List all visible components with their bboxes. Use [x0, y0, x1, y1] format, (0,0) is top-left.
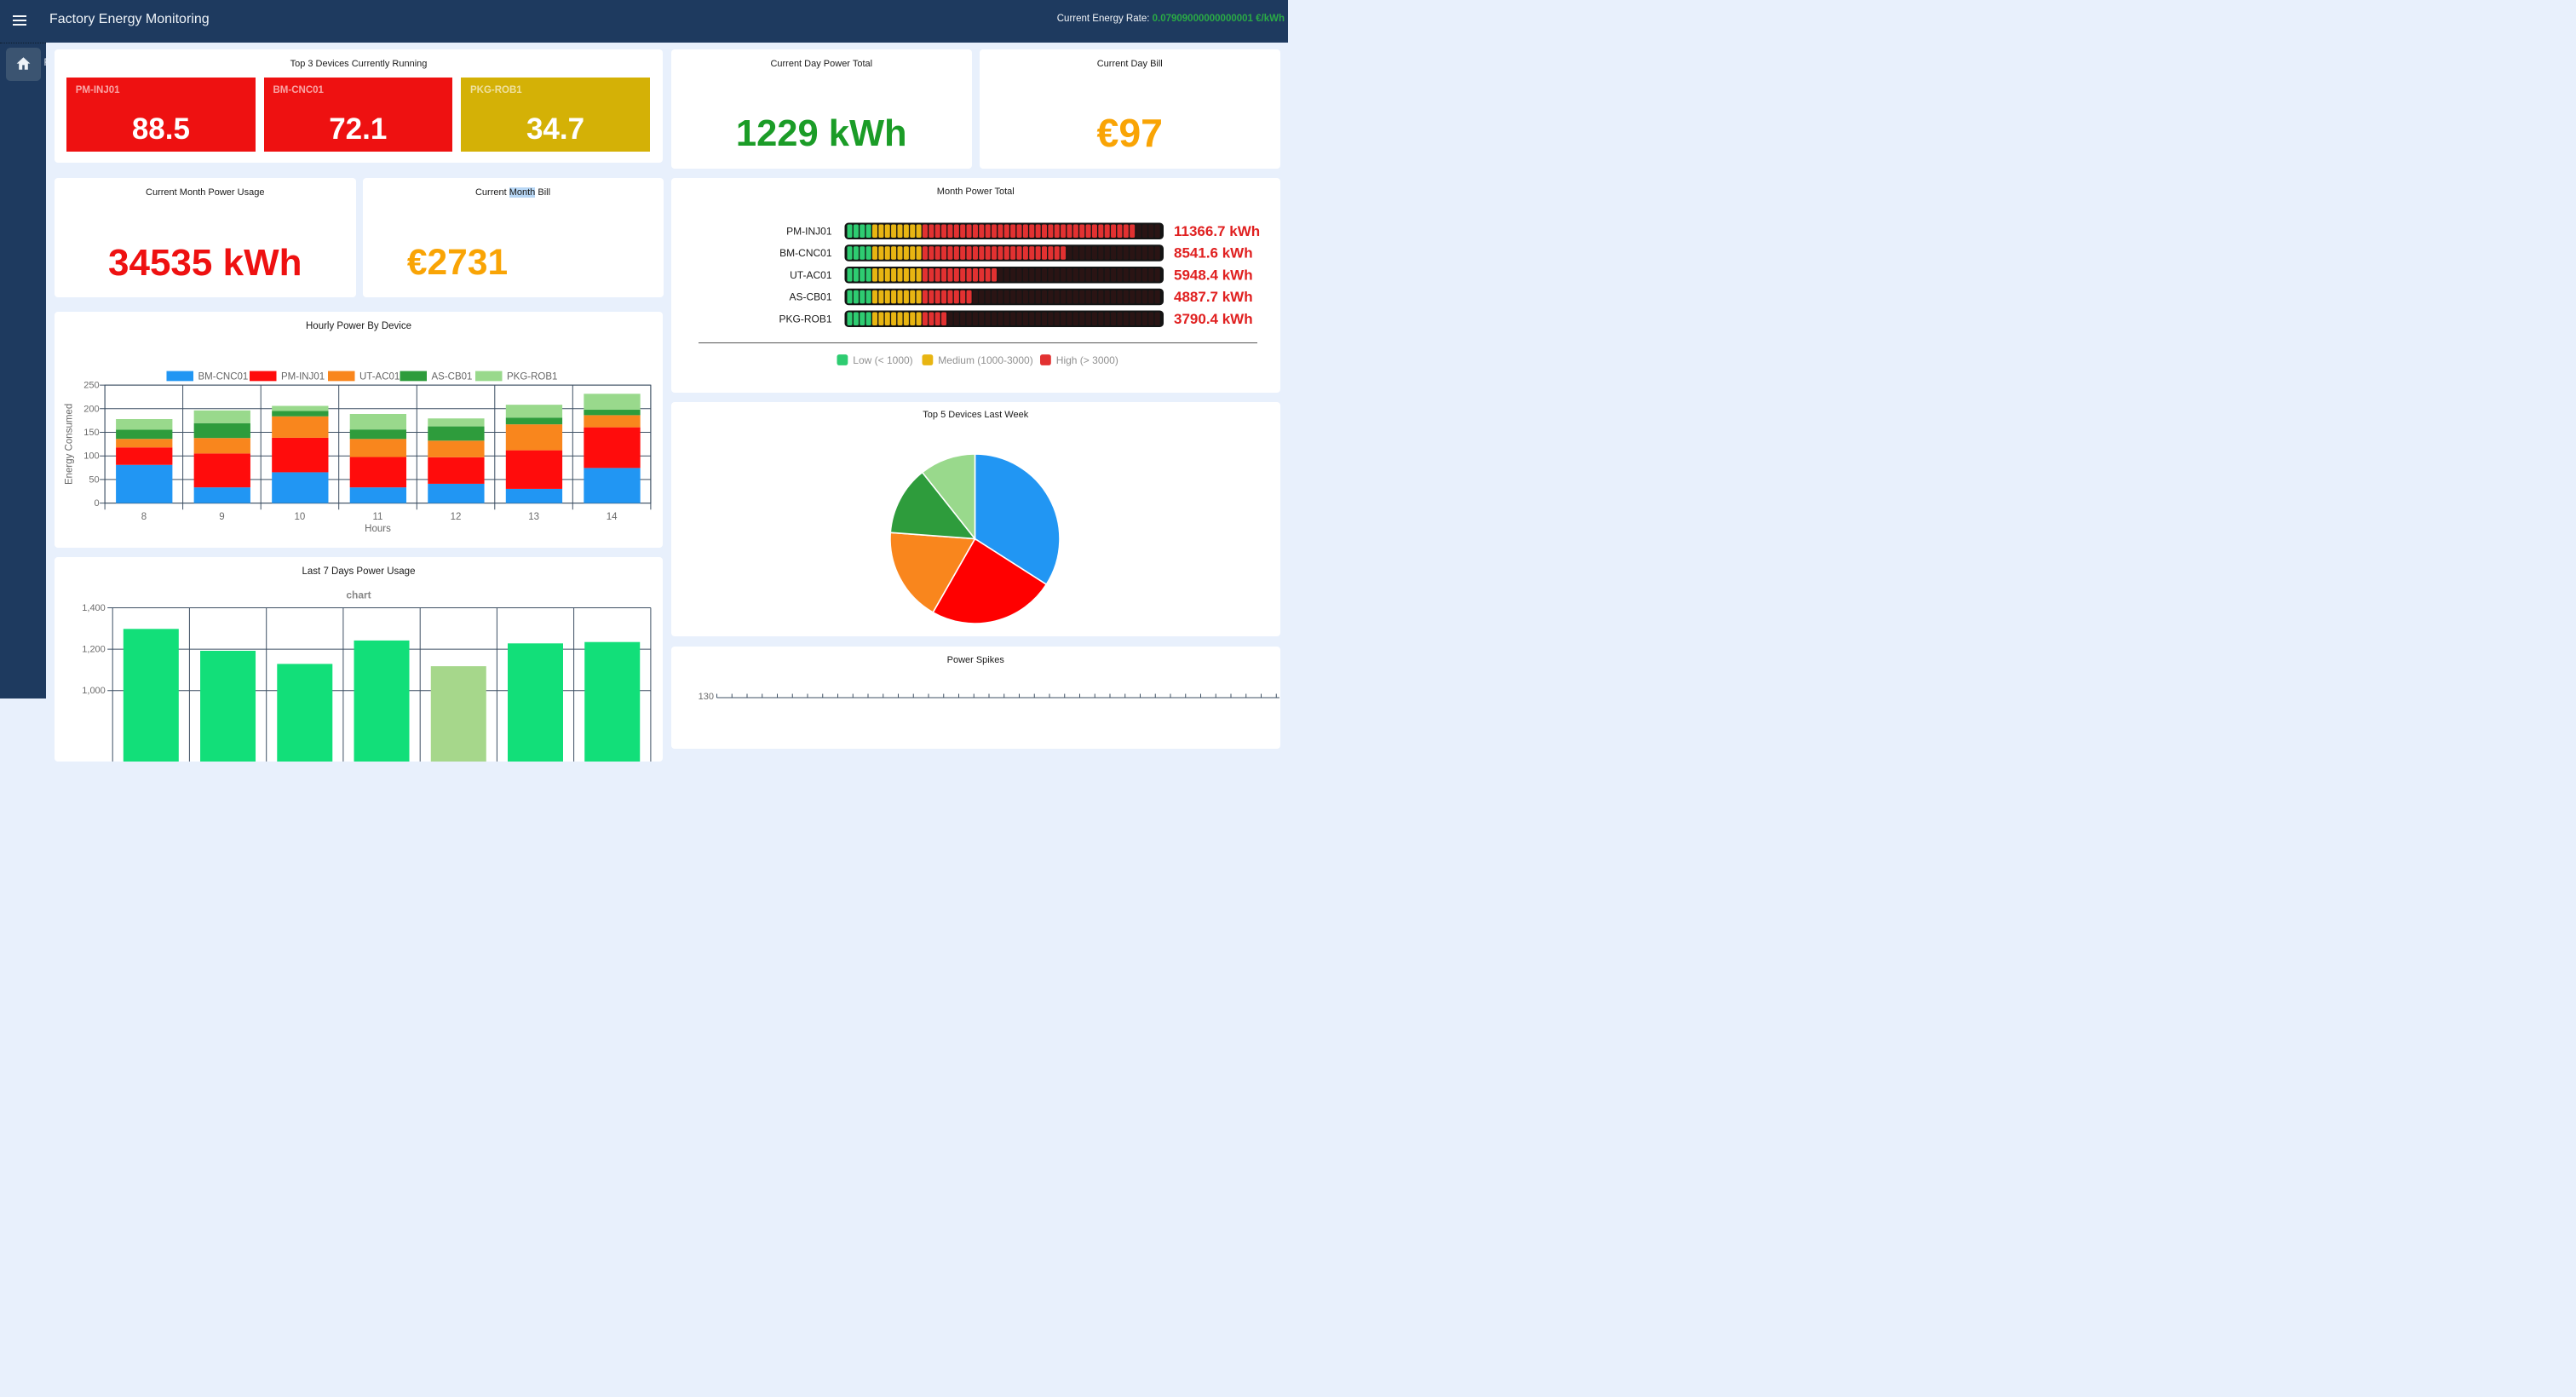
svg-text:8: 8 — [141, 512, 147, 522]
svg-text:AS-CB01: AS-CB01 — [789, 290, 831, 302]
svg-text:9: 9 — [219, 512, 224, 522]
svg-text:PM-INJ01: PM-INJ01 — [281, 371, 325, 382]
svg-text:150: 150 — [83, 428, 99, 438]
svg-text:10: 10 — [295, 512, 306, 522]
svg-text:3790.4 kWh: 3790.4 kWh — [1174, 310, 1253, 326]
svg-text:chart: chart — [346, 589, 371, 601]
svg-text:Energy Consumed: Energy Consumed — [65, 404, 75, 485]
svg-text:200: 200 — [83, 404, 99, 414]
svg-text:Last 7 Days Power Usage: Last 7 Days Power Usage — [302, 566, 416, 577]
svg-text:14: 14 — [607, 512, 618, 522]
svg-text:130: 130 — [699, 692, 714, 702]
svg-text:UT-AC01: UT-AC01 — [790, 268, 832, 280]
svg-text:5948.4 kWh: 5948.4 kWh — [1174, 267, 1253, 283]
svg-text:12: 12 — [451, 512, 462, 522]
svg-text:11: 11 — [373, 512, 383, 522]
svg-text:100: 100 — [83, 451, 99, 462]
svg-text:BM-CNC01: BM-CNC01 — [779, 247, 832, 259]
svg-text:50: 50 — [89, 474, 99, 485]
svg-text:Medium (1000-3000): Medium (1000-3000) — [938, 354, 1032, 365]
svg-text:1,400: 1,400 — [82, 603, 106, 613]
svg-text:PKG-ROB1: PKG-ROB1 — [779, 313, 831, 325]
svg-text:8541.6 kWh: 8541.6 kWh — [1174, 244, 1253, 261]
svg-text:UT-AC01: UT-AC01 — [359, 371, 400, 382]
svg-text:Low (< 1000): Low (< 1000) — [853, 354, 912, 365]
svg-text:Hours: Hours — [365, 524, 391, 534]
svg-text:PM-INJ01: PM-INJ01 — [786, 225, 832, 237]
svg-text:1,200: 1,200 — [82, 644, 106, 654]
svg-text:Hourly Power By Device: Hourly Power By Device — [306, 321, 411, 331]
svg-text:4887.7 kWh: 4887.7 kWh — [1174, 289, 1253, 305]
svg-text:High (> 3000): High (> 3000) — [1056, 354, 1118, 365]
svg-text:11366.7 kWh: 11366.7 kWh — [1174, 222, 1260, 239]
svg-text:0: 0 — [94, 498, 99, 509]
svg-text:PKG-ROB1: PKG-ROB1 — [507, 371, 557, 382]
svg-text:BM-CNC01: BM-CNC01 — [198, 371, 249, 382]
svg-text:AS-CB01: AS-CB01 — [432, 371, 473, 382]
svg-text:250: 250 — [83, 381, 99, 391]
svg-text:13: 13 — [528, 512, 539, 522]
svg-text:1,000: 1,000 — [82, 686, 106, 696]
